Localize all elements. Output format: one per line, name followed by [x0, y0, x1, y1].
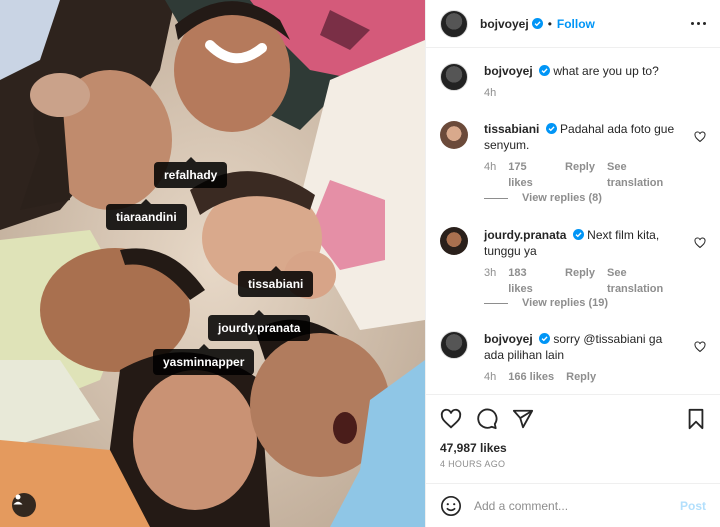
add-comment-bar: Add a comment... Post [426, 483, 720, 527]
post-photo[interactable]: refalhady tiaraandini tissabiani jourdy.… [0, 0, 425, 527]
reply-button[interactable]: Reply [565, 265, 595, 297]
tag-refalhady[interactable]: refalhady [154, 157, 228, 188]
view-replies-label: View replies (8) [522, 192, 602, 204]
avatar[interactable] [440, 331, 468, 359]
comment-username[interactable]: bojvoyej [484, 332, 533, 346]
separator-dot: • [547, 16, 552, 31]
reply-button[interactable]: Reply [566, 369, 596, 385]
post-side-panel: bojvoyej • Follow bojvoyej what are you … [425, 0, 720, 527]
verified-badge-icon [531, 18, 543, 29]
post-timestamp: 4 HOURS AGO [440, 459, 506, 469]
verified-badge-icon [539, 333, 551, 344]
reply-divider [484, 302, 508, 304]
reply-button[interactable]: Reply [565, 159, 595, 191]
person-icon[interactable] [12, 493, 36, 517]
photo-illustration [0, 0, 425, 527]
comment-likes[interactable]: 166 likes [508, 369, 554, 385]
avatar[interactable] [440, 227, 468, 255]
see-translation-button[interactable]: See translation [607, 159, 684, 191]
avatar[interactable] [440, 63, 468, 91]
caption: bojvoyej what are you up to? 4h [426, 63, 720, 101]
comment-time: 4h [484, 87, 497, 99]
reply-divider [484, 197, 508, 199]
post-button[interactable]: Post [680, 499, 706, 513]
verified-badge-icon [539, 65, 551, 76]
comment-time: 3h [484, 267, 497, 279]
heart-icon[interactable] [694, 341, 706, 353]
verified-badge-icon [572, 229, 584, 240]
comment-time: 4h [484, 371, 497, 383]
comment-time: 4h [484, 161, 497, 173]
comments-list: bojvoyej what are you up to? 4h tissabia… [426, 49, 720, 394]
view-replies-button[interactable]: View replies (8) [484, 192, 602, 204]
like-count[interactable]: 47,987 likes [440, 441, 706, 455]
heart-icon[interactable] [694, 237, 706, 249]
post-header: bojvoyej • Follow [426, 0, 720, 48]
tag-yasminnapper[interactable]: yasminnapper [153, 344, 255, 375]
view-replies-button[interactable]: View replies (19) [484, 297, 608, 309]
post-actions: 47,987 likes 4 HOURS AGO [426, 394, 720, 480]
comment-text: what are you up to? [553, 64, 659, 78]
comment-item: tissabiani Padahal ada foto gue senyum. … [426, 121, 720, 191]
comment-item: jourdy.pranata Next film kita, tunggu ya… [426, 227, 720, 297]
comment-likes[interactable]: 175 likes [508, 159, 553, 191]
bookmark-icon[interactable] [686, 408, 706, 430]
follow-button[interactable]: Follow [557, 17, 595, 31]
tag-tissabiani[interactable]: tissabiani [238, 266, 314, 297]
comment-input[interactable]: Add a comment... [474, 499, 680, 513]
tag-jourdy[interactable]: jourdy.pranata [208, 310, 311, 341]
more-options-icon[interactable] [691, 22, 706, 25]
author-avatar[interactable] [440, 9, 468, 38]
heart-icon[interactable] [440, 408, 462, 430]
comment-username[interactable]: tissabiani [484, 122, 539, 136]
heart-icon[interactable] [694, 131, 706, 143]
comment-likes[interactable]: 183 likes [508, 265, 553, 297]
tag-tiaraandini[interactable]: tiaraandini [106, 199, 187, 230]
verified-badge-icon [545, 123, 557, 134]
comment-username[interactable]: jourdy.pranata [484, 228, 566, 242]
view-replies-label: View replies (19) [522, 297, 609, 309]
comment-username[interactable]: bojvoyej [484, 64, 533, 78]
emoji-icon[interactable] [440, 495, 462, 517]
comment-icon[interactable] [476, 408, 498, 430]
author-username[interactable]: bojvoyej [480, 17, 529, 31]
comment-item: bojvoyej sorry @tissabiani ga ada piliha… [426, 331, 720, 385]
share-icon[interactable] [512, 408, 534, 430]
avatar[interactable] [440, 121, 468, 149]
see-translation-button[interactable]: See translation [607, 265, 684, 297]
